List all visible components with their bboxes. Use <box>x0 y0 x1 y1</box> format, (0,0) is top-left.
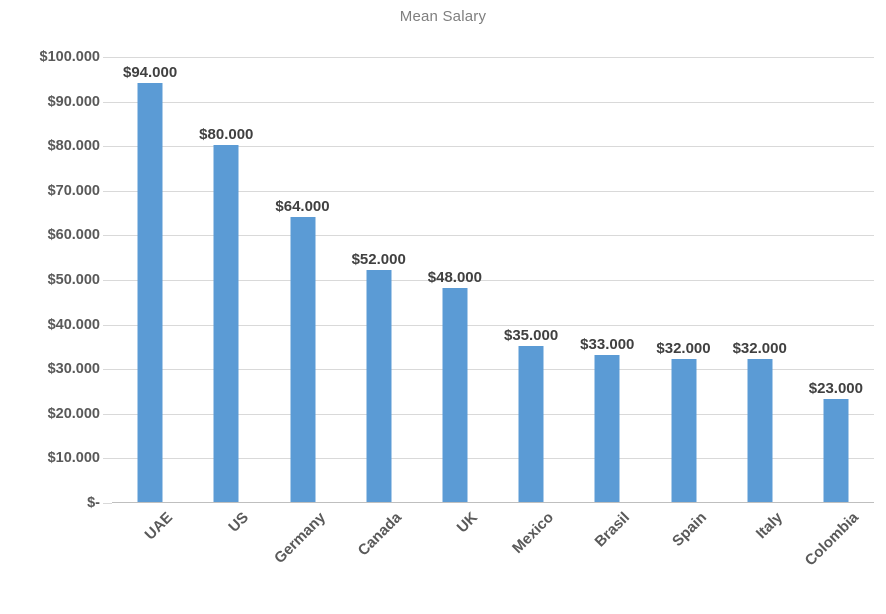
gridline <box>112 57 874 58</box>
bar[interactable] <box>366 270 392 502</box>
y-axis-tick-label: $- <box>87 495 100 511</box>
bar[interactable] <box>671 359 696 502</box>
bar-data-label: $64.000 <box>275 197 330 215</box>
y-axis-tick-mark <box>103 146 112 148</box>
x-axis-category-label: Italy <box>752 509 786 543</box>
bar[interactable] <box>213 145 239 502</box>
plot-area: $94.000 $80.000 $64.000 $52.000 $48.000 $35.0… <box>112 57 874 503</box>
x-axis-category-label: Brasil <box>591 509 634 551</box>
x-axis-category-label: Germany <box>270 509 329 568</box>
chart-container: Mean Salary $100.000 $90.000 $80.000 $70.00… <box>0 0 886 614</box>
y-axis-tick-mark <box>103 413 112 415</box>
y-axis-tick-label: $30.000 <box>47 361 100 378</box>
y-axis-tick-mark <box>103 324 112 326</box>
bar-data-label: $52.000 <box>351 251 406 269</box>
bar-data-label: $32.000 <box>656 340 711 358</box>
y-axis-tick-label: $20.000 <box>47 405 100 422</box>
y-axis-tick-label: $80.000 <box>47 138 100 155</box>
bar-data-label: $48.000 <box>427 268 483 286</box>
bar-data-label: $80.000 <box>199 126 254 144</box>
x-axis-category-label: UK <box>453 509 481 537</box>
bar-data-label: $33.000 <box>580 335 635 353</box>
gridline <box>112 101 874 103</box>
bar[interactable] <box>290 216 315 502</box>
y-axis-tick-label: $60.000 <box>47 227 100 244</box>
bar[interactable] <box>823 399 849 502</box>
y-axis-tick-label: $10.000 <box>47 450 100 467</box>
bar-data-label: $32.000 <box>732 340 787 358</box>
y-axis-tick-mark <box>103 235 112 237</box>
y-axis-tick-label: $70.000 <box>47 182 100 199</box>
y-axis-tick-mark <box>103 101 112 103</box>
x-axis: UAE US Germany Canada UK Mexico Brasil Spain Ita… <box>112 503 874 614</box>
x-axis-category-label: Mexico <box>509 509 558 557</box>
x-axis-category-label: US <box>225 509 253 536</box>
y-axis-tick-label: $40.000 <box>47 316 100 333</box>
bar[interactable] <box>442 287 468 502</box>
bar[interactable] <box>518 345 544 502</box>
x-axis-category-label: UAE <box>141 509 177 544</box>
y-axis-tick-mark <box>103 57 112 58</box>
y-axis-tick-label: $90.000 <box>47 93 100 110</box>
y-axis: $100.000 $90.000 $80.000 $70.000 $60.000 $50.… <box>0 49 100 511</box>
x-axis-category-label: Canada <box>354 509 405 560</box>
bar-data-label: $23.000 <box>808 380 864 398</box>
y-axis-tick-mark <box>103 280 112 281</box>
x-axis-category-label: Colombia <box>801 509 862 570</box>
y-axis-tick-label: $100.000 <box>39 49 100 65</box>
y-axis-tick-mark <box>103 503 112 504</box>
bar[interactable] <box>594 354 620 502</box>
bar[interactable] <box>137 82 163 502</box>
y-axis-tick-label: $50.000 <box>47 272 100 288</box>
chart-title: Mean Salary <box>399 8 487 25</box>
y-axis-tick-mark <box>103 369 112 371</box>
x-axis-category-label: Spain <box>668 509 710 550</box>
bar[interactable] <box>747 359 773 502</box>
bar-data-label: $35.000 <box>503 326 559 344</box>
y-axis-tick-mark <box>103 458 112 460</box>
y-axis-tick-mark <box>103 190 112 192</box>
bar-data-label: $94.000 <box>122 63 178 81</box>
